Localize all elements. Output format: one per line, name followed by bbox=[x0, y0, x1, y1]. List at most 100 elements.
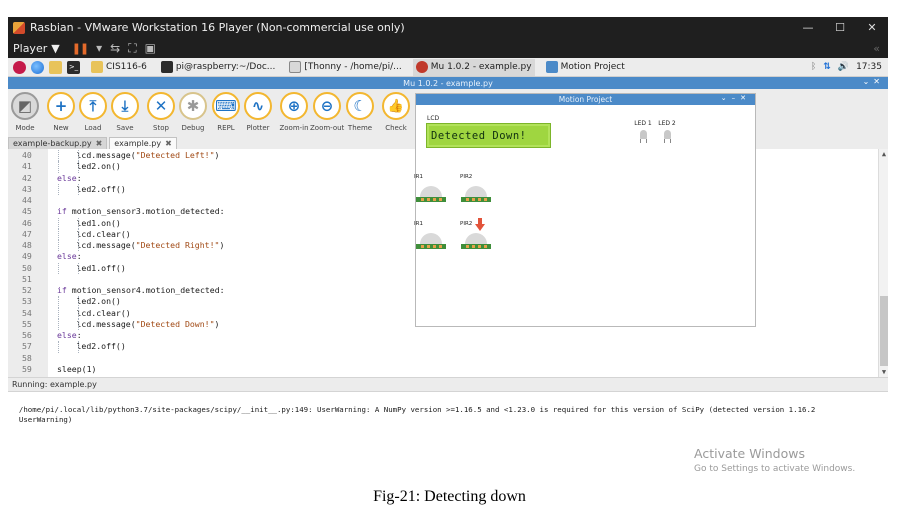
bluetooth-icon[interactable]: ᛒ bbox=[811, 62, 816, 72]
motion-window-controls[interactable]: ⌄–✕ bbox=[721, 94, 751, 102]
led-legs bbox=[663, 139, 671, 143]
raspberry-menu-icon[interactable] bbox=[13, 60, 26, 74]
task-cis116[interactable]: CIS116-6 bbox=[88, 59, 150, 76]
pin bbox=[465, 245, 469, 248]
indent-guide bbox=[58, 183, 59, 195]
pin bbox=[477, 198, 481, 201]
sensor-board bbox=[461, 197, 491, 202]
unity-icon[interactable]: ▣ bbox=[145, 41, 156, 55]
collapse-icon[interactable]: « bbox=[873, 42, 880, 55]
mu-title-bar: Mu 1.0.2 - example.py ⌄✕ bbox=[8, 77, 888, 89]
mu-icon bbox=[415, 61, 428, 73]
tab-label: example.py bbox=[114, 139, 162, 148]
line-number: 42 bbox=[22, 172, 32, 183]
clock: 17:35 bbox=[856, 62, 882, 72]
led-label: LED 1 bbox=[634, 120, 652, 127]
tab-example-backup[interactable]: example-backup.py ✖ bbox=[8, 137, 108, 149]
browser-icon[interactable] bbox=[31, 60, 44, 74]
window-controls: — ☐ ✕ bbox=[792, 21, 888, 34]
sensor-dome-icon bbox=[465, 186, 487, 197]
sensor-board bbox=[416, 197, 446, 202]
task-label: [Thonny - /home/pi/... bbox=[304, 62, 402, 72]
save-button[interactable]: ⤓ Save bbox=[108, 92, 142, 132]
repl-button[interactable]: ⌨ REPL bbox=[209, 92, 243, 132]
load-button[interactable]: ⤒ Load bbox=[76, 92, 110, 132]
line-number: 58 bbox=[22, 352, 32, 363]
zoom-in-button[interactable]: ⊕ Zoom-in bbox=[277, 92, 311, 132]
debug-label: Debug bbox=[181, 124, 205, 132]
task-terminal[interactable]: pi@raspberry:~/Doc... bbox=[158, 59, 279, 76]
indent-guide bbox=[58, 240, 59, 252]
mu-window-controls[interactable]: ⌄✕ bbox=[863, 77, 884, 86]
editor-scrollbar[interactable]: ▲ ▼ bbox=[878, 149, 888, 377]
scroll-down-icon[interactable]: ▼ bbox=[879, 368, 889, 376]
zoom-out-button[interactable]: ⊖ Zoom-out bbox=[310, 92, 344, 132]
scroll-thumb[interactable] bbox=[880, 296, 888, 366]
sensor-label: IR1 bbox=[414, 221, 423, 227]
zoom-out-label: Zoom-out bbox=[310, 124, 345, 132]
fullscreen-icon[interactable]: ⛶ bbox=[128, 41, 136, 56]
check-button[interactable]: 👍 Check bbox=[379, 92, 413, 132]
plotter-button[interactable]: ∿ Plotter bbox=[241, 92, 275, 132]
figure-caption: Fig-21: Detecting down bbox=[373, 488, 526, 505]
code-text: else: bbox=[57, 172, 82, 183]
pause-icon[interactable]: ❚❚ bbox=[72, 42, 89, 55]
sensor-dome-icon bbox=[420, 233, 442, 244]
new-button[interactable]: + New bbox=[44, 92, 78, 132]
line-number: 53 bbox=[22, 296, 32, 307]
indent-guide bbox=[58, 341, 59, 353]
mode-label: Mode bbox=[15, 124, 35, 132]
new-label: New bbox=[53, 124, 69, 132]
code-text: led2.off() bbox=[76, 341, 126, 352]
motion-sensor: PIR2 bbox=[460, 174, 491, 202]
task-motion-project[interactable]: Motion Project bbox=[543, 59, 628, 76]
pin bbox=[420, 198, 424, 201]
code-text: lcd.message("Detected Down!") bbox=[76, 318, 220, 329]
send-ctrl-alt-del-icon[interactable]: ⇆ bbox=[110, 41, 120, 55]
tab-example[interactable]: example.py ✖ bbox=[109, 137, 177, 149]
terminal-icon[interactable]: >_ bbox=[67, 60, 80, 74]
led-1: LED 1 bbox=[630, 120, 656, 143]
line-number: 55 bbox=[22, 318, 32, 329]
close-tab-icon[interactable]: ✖ bbox=[165, 139, 172, 148]
sensor-dome-icon bbox=[420, 186, 442, 197]
line-number: 51 bbox=[22, 273, 32, 284]
pin bbox=[483, 245, 487, 248]
indent-guide bbox=[77, 228, 79, 240]
file-manager-icon[interactable] bbox=[49, 60, 62, 74]
minimize-button[interactable]: — bbox=[792, 21, 824, 34]
mu-window-title: Mu 1.0.2 - example.py bbox=[403, 78, 493, 88]
load-label: Load bbox=[84, 124, 102, 132]
maximize-button[interactable]: ☐ bbox=[824, 21, 856, 34]
task-thonny[interactable]: [Thonny - /home/pi/... bbox=[286, 59, 404, 76]
pin bbox=[471, 198, 475, 201]
close-tab-icon[interactable]: ✖ bbox=[96, 139, 103, 148]
motion-arrow-down-icon bbox=[475, 218, 485, 231]
indent-guide bbox=[77, 341, 79, 353]
debug-button[interactable]: ✱ Debug bbox=[176, 92, 210, 132]
volume-icon[interactable]: 🔊 bbox=[838, 62, 849, 72]
dropdown-arrow-icon[interactable]: ▾ bbox=[96, 41, 102, 55]
theme-button[interactable]: ☾ Theme bbox=[343, 92, 377, 132]
mode-button[interactable]: ◩ Mode bbox=[8, 92, 42, 132]
motion-sensor: IR1 bbox=[414, 174, 446, 202]
line-number: 40 bbox=[22, 150, 32, 160]
scroll-up-icon[interactable]: ▲ bbox=[879, 150, 889, 158]
pin bbox=[477, 245, 481, 248]
task-label: pi@raspberry:~/Doc... bbox=[175, 62, 276, 72]
player-menu-button[interactable]: Player ▼ bbox=[13, 42, 60, 55]
watermark-title: Activate Windows bbox=[694, 446, 805, 461]
close-button[interactable]: ✕ bbox=[856, 21, 888, 34]
led-label: LED 2 bbox=[658, 120, 676, 127]
check-label: Check bbox=[385, 124, 407, 132]
led-bulb-icon bbox=[663, 130, 671, 139]
network-icon[interactable]: ⇅ bbox=[823, 62, 831, 72]
stop-button[interactable]: ✕ Stop bbox=[144, 92, 178, 132]
raspbian-taskbar: >_ CIS116-6 pi@raspberry:~/Doc... [Thonn… bbox=[8, 58, 888, 77]
indent-guide bbox=[77, 217, 79, 229]
thumbs-up-icon: 👍 bbox=[382, 92, 410, 120]
code-text: if motion_sensor4.motion_detected: bbox=[57, 285, 225, 295]
motion-sensor: IR1 bbox=[414, 221, 446, 249]
task-mu[interactable]: Mu 1.0.2 - example.py bbox=[412, 58, 535, 76]
zoom-in-label: Zoom-in bbox=[279, 124, 309, 132]
